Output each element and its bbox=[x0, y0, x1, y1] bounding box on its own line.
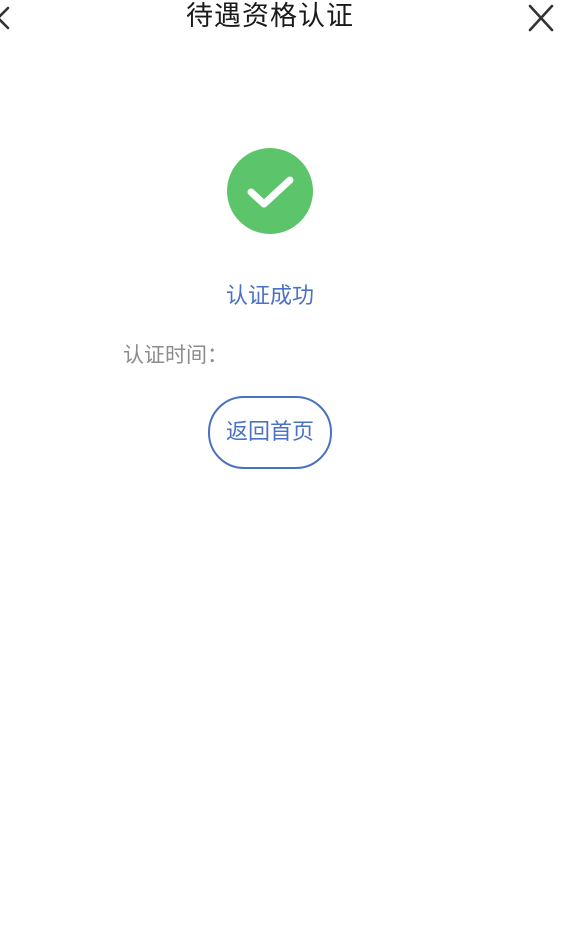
auth-result-page: 待遇资格认证 认证成功 认证时间： 返回首页 bbox=[0, 0, 575, 939]
auth-time-row: 认证时间： bbox=[123, 341, 228, 369]
check-circle-icon bbox=[227, 148, 313, 234]
page-title: 待遇资格认证 bbox=[186, 1, 354, 32]
close-icon bbox=[528, 4, 554, 32]
result-message: 认证成功 bbox=[225, 284, 314, 309]
nav-bar: 待遇资格认证 bbox=[0, 0, 575, 40]
return-home-button[interactable]: 返回首页 bbox=[208, 396, 332, 469]
auth-time-label: 认证时间： bbox=[123, 343, 228, 367]
close-button[interactable] bbox=[524, 2, 558, 34]
